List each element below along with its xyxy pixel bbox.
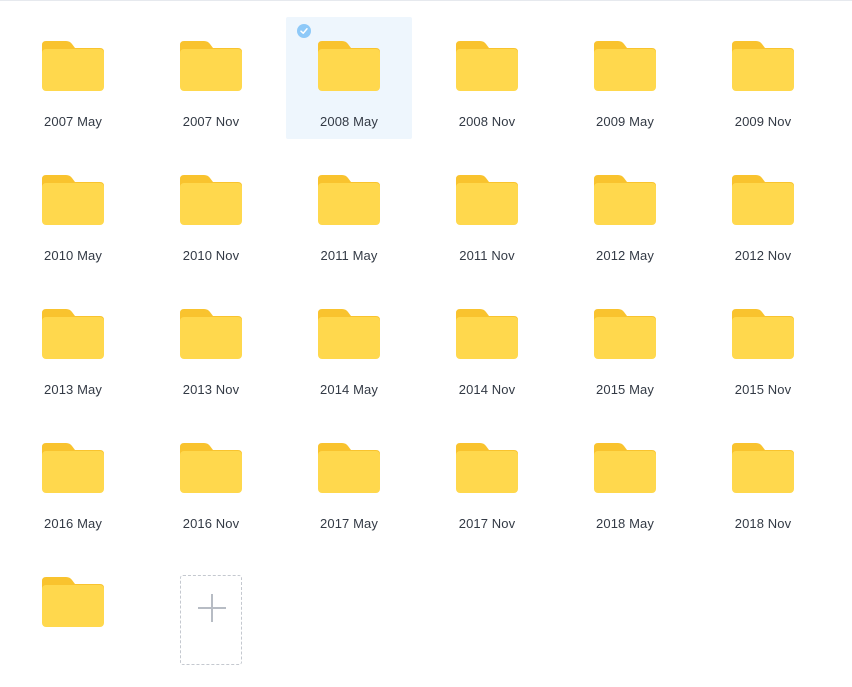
folder-icon — [732, 309, 794, 359]
folder-item[interactable]: 2016 Nov — [148, 419, 274, 541]
folder-icon — [180, 443, 242, 493]
folder-item[interactable]: 2009 May — [562, 17, 688, 139]
folder-icon — [180, 41, 242, 91]
folder-label: 2015 May — [596, 382, 654, 397]
folder-label: 2011 May — [320, 248, 378, 263]
folder-label: 2011 Nov — [459, 248, 515, 263]
folder-label: 2012 Nov — [734, 248, 792, 263]
folder-label: 2007 May — [44, 114, 102, 129]
folder-item[interactable]: 2011 Nov — [424, 151, 550, 273]
folder-icon — [42, 309, 104, 359]
folder-item[interactable]: 2012 May — [562, 151, 688, 273]
folder-label: 2008 May — [320, 114, 378, 129]
folder-item[interactable]: 2017 May — [286, 419, 412, 541]
folder-icon — [456, 309, 518, 359]
folder-icon — [732, 41, 794, 91]
folder-label: 2014 Nov — [458, 382, 516, 397]
folder-icon — [42, 41, 104, 91]
folder-label: 2015 Nov — [734, 382, 792, 397]
folder-item[interactable]: 2017 Nov — [424, 419, 550, 541]
folder-item[interactable]: 2010 Nov — [148, 151, 274, 273]
folder-icon — [594, 309, 656, 359]
folder-icon — [42, 443, 104, 493]
folder-item[interactable]: 2010 May — [10, 151, 136, 273]
folder-label: 2010 May — [44, 248, 102, 263]
folder-icon — [318, 443, 380, 493]
folder-item[interactable]: 2014 Nov — [424, 285, 550, 407]
folder-label: 2008 Nov — [458, 114, 516, 129]
folder-label: 2016 May — [44, 516, 102, 531]
folder-label: 2018 Nov — [734, 516, 792, 531]
folder-item[interactable]: 2016 May — [10, 419, 136, 541]
folder-icon — [594, 443, 656, 493]
folder-icon — [732, 175, 794, 225]
folder-label: 2017 Nov — [458, 516, 516, 531]
folder-label: 2009 May — [596, 114, 654, 129]
folder-label: 2009 Nov — [734, 114, 792, 129]
folder-icon — [180, 175, 242, 225]
folder-label: 2018 May — [596, 516, 654, 531]
folder-item[interactable]: 2011 May — [286, 151, 412, 273]
folder-label: 2016 Nov — [182, 516, 240, 531]
folder-item[interactable]: 2012 Nov — [700, 151, 826, 273]
folder-item[interactable]: 2014 May — [286, 285, 412, 407]
folder-item[interactable]: 2008 May — [286, 17, 412, 139]
folder-item[interactable]: 2013 May — [10, 285, 136, 407]
folder-item[interactable] — [10, 553, 136, 675]
folder-item[interactable]: 2015 Nov — [700, 285, 826, 407]
folder-icon — [180, 309, 242, 359]
folder-grid: 2007 May 2007 Nov 2008 May 2008 Nov 2009 May… — [10, 17, 850, 687]
folder-label: 2017 May — [320, 516, 378, 531]
folder-icon — [732, 443, 794, 493]
folder-item[interactable]: 2008 Nov — [424, 17, 550, 139]
selected-check-icon[interactable] — [297, 24, 311, 38]
folder-item[interactable]: 2018 Nov — [700, 419, 826, 541]
folder-item[interactable]: 2015 May — [562, 285, 688, 407]
folder-icon — [318, 309, 380, 359]
folder-item[interactable]: 2013 Nov — [148, 285, 274, 407]
folder-icon — [456, 443, 518, 493]
folder-item[interactable]: 2007 Nov — [148, 17, 274, 139]
folder-icon — [42, 175, 104, 225]
folder-label: 2007 Nov — [182, 114, 240, 129]
top-divider — [0, 0, 852, 1]
add-folder-tile — [148, 553, 274, 675]
folder-icon — [594, 175, 656, 225]
folder-item[interactable]: 2018 May — [562, 419, 688, 541]
folder-icon — [594, 41, 656, 91]
folder-icon — [456, 175, 518, 225]
folder-item[interactable]: 2007 May — [10, 17, 136, 139]
folder-icon — [42, 577, 104, 627]
add-folder-button[interactable] — [180, 575, 242, 665]
folder-label: 2013 Nov — [182, 382, 240, 397]
folder-item[interactable]: 2009 Nov — [700, 17, 826, 139]
folder-icon — [456, 41, 518, 91]
folder-label: 2014 May — [320, 382, 378, 397]
folder-label: 2012 May — [596, 248, 654, 263]
folder-icon — [318, 175, 380, 225]
folder-icon — [318, 41, 380, 91]
folder-label: 2013 May — [44, 382, 102, 397]
folder-label: 2010 Nov — [182, 248, 240, 263]
